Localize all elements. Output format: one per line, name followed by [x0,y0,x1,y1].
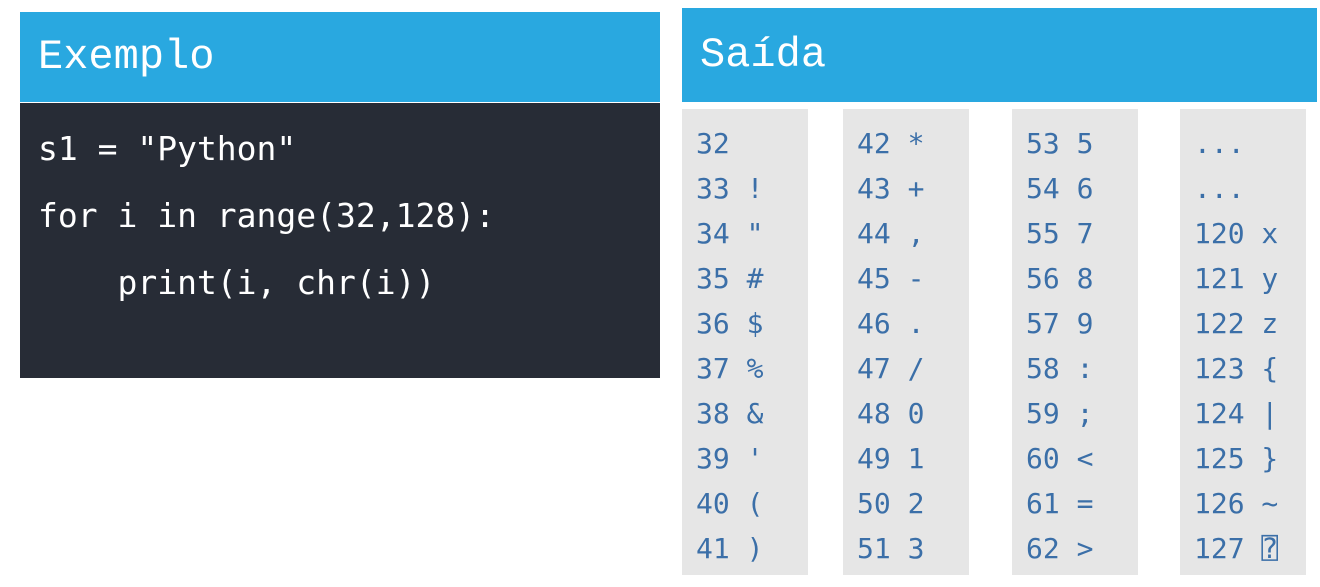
example-title: Exemplo [20,12,660,102]
output-line: 58 : [1026,352,1094,385]
output-line: ... [1194,127,1245,160]
output-line: 55 7 [1026,217,1094,250]
output-column-3: 53 5 54 6 55 7 56 8 57 9 58 : 59 ; 60 < … [1012,109,1138,575]
output-line: 35 # [696,262,764,295]
output-line: 34 " [696,217,764,250]
code-line: print(i, chr(i)) [38,263,436,302]
output-line: 53 5 [1026,127,1094,160]
output-column-1: 32 33 ! 34 " 35 # 36 $ 37 % 38 & 39 ' 40… [682,109,808,575]
output-line: 45 - [857,262,925,295]
output-line: 36 $ [696,307,764,340]
output-title: Saída [682,8,1317,102]
code-line: for i in range(32,128): [38,196,495,235]
output-line: 37 % [696,352,764,385]
output-line: 43 + [857,172,925,205]
output-line: 126 ~ [1194,487,1279,520]
output-line: 40 ( [696,487,764,520]
output-line: 32 [696,127,730,160]
output-line: 42 * [857,127,925,160]
output-line: 125 } [1194,442,1279,475]
output-line: 56 8 [1026,262,1094,295]
output-line: 48 0 [857,397,925,430]
code-line: s1 = "Python" [38,129,297,168]
output-line: 46 . [857,307,925,340]
output-line: 127 ⍰ [1194,532,1279,565]
output-line: 47 / [857,352,925,385]
output-line: 122 z [1194,307,1279,340]
output-line: 44 , [857,217,925,250]
output-line: 62 > [1026,532,1094,565]
output-line: 39 ' [696,442,764,475]
output-line: 54 6 [1026,172,1094,205]
output-line: 121 y [1194,262,1279,295]
output-line: 61 = [1026,487,1094,520]
output-line: 60 < [1026,442,1094,475]
output-line: 50 2 [857,487,925,520]
output-line: 123 { [1194,352,1279,385]
output-column-2: 42 * 43 + 44 , 45 - 46 . 47 / 48 0 49 1 … [843,109,969,575]
output-line: 49 1 [857,442,925,475]
output-line: 120 x [1194,217,1279,250]
output-line: 57 9 [1026,307,1094,340]
output-column-4: ... ... 120 x 121 y 122 z 123 { 124 | 12… [1180,109,1306,575]
output-line: 59 ; [1026,397,1094,430]
output-line: 38 & [696,397,764,430]
code-block: s1 = "Python" for i in range(32,128): pr… [20,103,660,378]
output-line: 41 ) [696,532,764,565]
output-line: 51 3 [857,532,925,565]
output-line: ... [1194,172,1245,205]
output-line: 33 ! [696,172,764,205]
output-line: 124 | [1194,397,1279,430]
